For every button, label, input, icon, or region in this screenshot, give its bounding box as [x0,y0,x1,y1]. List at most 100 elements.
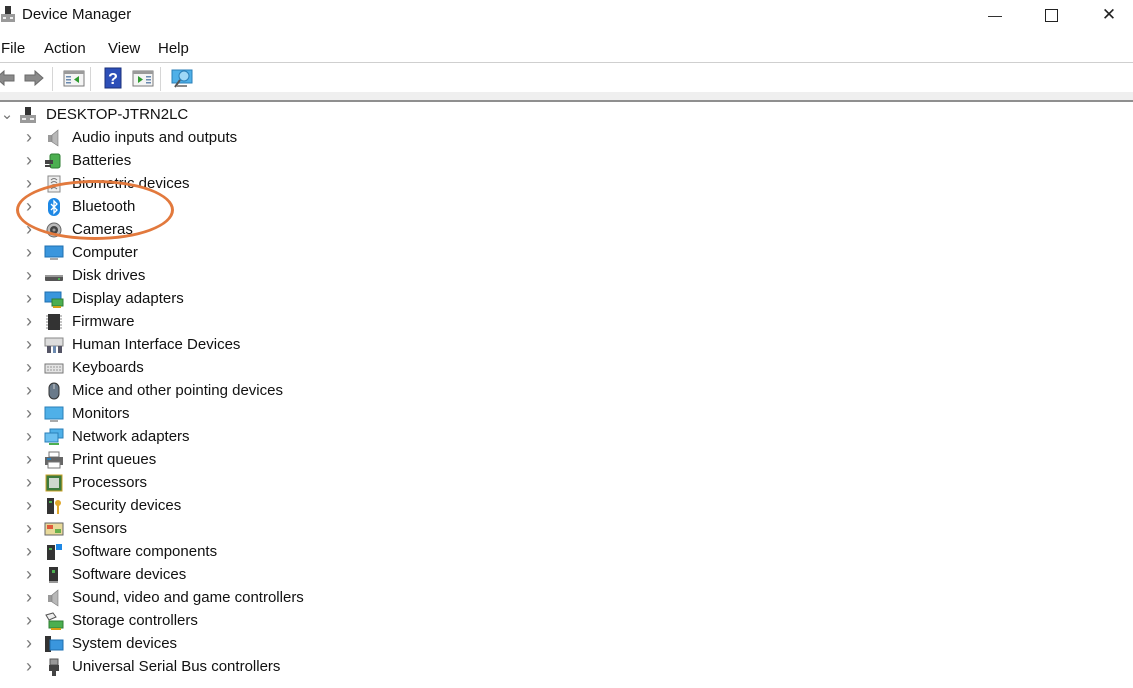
tree-item-software-devices[interactable]: › Software devices [22,563,186,586]
tree-item-label: Mice and other pointing devices [72,382,283,399]
show-hide-action-pane-icon[interactable] [132,67,154,89]
chevron-right-icon[interactable]: › [22,449,36,470]
usb-icon [49,658,59,676]
monitor-icon [44,406,64,422]
chevron-right-icon[interactable]: › [22,587,36,608]
tree-item-label: Sensors [72,520,128,537]
tree-item-label: Processors [72,474,148,491]
tree-item-sound-video-and-game-controllers[interactable]: › Sound, video and game controllers [22,586,304,609]
chevron-right-icon[interactable]: › [22,472,36,493]
chevron-right-icon[interactable]: › [22,150,36,171]
toolbar-separator [160,67,161,91]
tree-item-system-devices[interactable]: › System devices [22,632,177,655]
maximize-button[interactable] [1022,0,1080,30]
chevron-right-icon[interactable]: › [22,610,36,631]
tree-item-label: Security devices [72,497,182,514]
tree-item-cameras[interactable]: › Cameras [22,218,133,241]
tree-root[interactable]: ⌄ DESKTOP-JTRN2LC [0,103,189,126]
tree-item-batteries[interactable]: › Batteries [22,149,131,172]
tree-item-network-adapters[interactable]: › Network adapters [22,425,190,448]
close-button[interactable]: ✕ [1080,0,1133,30]
chevron-right-icon[interactable]: › [22,288,36,309]
chevron-right-icon[interactable]: › [22,656,36,677]
tree-item-label: Storage controllers [72,612,198,629]
toolbar: ? [0,63,1133,93]
tree-item-disk-drives[interactable]: › Disk drives [22,264,145,287]
tree-item-biometric-devices[interactable]: › Biometric devices [22,172,190,195]
processor-icon [45,474,63,491]
svg-text:?: ? [108,71,118,88]
tree-item-software-components[interactable]: › Software components [22,540,217,563]
chevron-right-icon[interactable]: › [22,426,36,447]
chevron-right-icon[interactable]: › [22,518,36,539]
chevron-right-icon[interactable]: › [22,403,36,424]
tree-item-bluetooth[interactable]: › Bluetooth [22,195,135,218]
chevron-right-icon[interactable]: › [22,127,36,148]
device-manager-app-icon [1,6,15,22]
menu-help[interactable]: Help [158,40,189,57]
chevron-right-icon[interactable]: › [22,357,36,378]
menu-view[interactable]: View [108,40,140,57]
menu-action[interactable]: Action [44,40,86,57]
software-component-icon [47,543,62,560]
chevron-right-icon[interactable]: › [22,564,36,585]
chevron-right-icon[interactable]: › [22,311,36,332]
chevron-right-icon[interactable]: › [22,633,36,654]
chevron-right-icon[interactable]: › [22,196,36,217]
security-device-icon [47,497,61,514]
tree-item-computer[interactable]: › Computer [22,241,138,264]
bluetooth-icon [48,197,60,216]
sound-controller-icon [48,588,59,607]
tree-item-sensors[interactable]: › Sensors [22,517,127,540]
tree-item-label: Network adapters [72,428,190,445]
tree-item-label: Firmware [72,313,135,330]
help-icon[interactable]: ? [102,67,124,89]
menu-file[interactable]: File [1,40,25,57]
chevron-right-icon[interactable]: › [22,242,36,263]
show-hide-console-tree-icon[interactable] [63,67,85,89]
chevron-right-icon[interactable]: › [22,219,36,240]
forward-icon[interactable] [23,67,45,89]
tree-item-label: Disk drives [72,267,146,284]
tree-item-storage-controllers[interactable]: › Storage controllers [22,609,198,632]
tree-item-monitors[interactable]: › Monitors [22,402,130,425]
tree-item-firmware[interactable]: › Firmware [22,310,135,333]
maximize-icon [1044,8,1058,22]
chevron-right-icon[interactable]: › [22,380,36,401]
software-device-icon [49,566,58,583]
hid-icon [44,337,64,353]
computer-icon [44,245,64,260]
network-adapter-icon [44,428,64,445]
chevron-right-icon[interactable]: › [22,173,36,194]
minimize-button[interactable]: — [966,0,1024,30]
tree-item-processors[interactable]: › Processors [22,471,147,494]
tree-item-mice-and-other-pointing-devices[interactable]: › Mice and other pointing devices [22,379,283,402]
storage-controller-icon [45,611,64,630]
toolbar-separator [90,67,91,91]
tree-item-label: Display adapters [72,290,184,307]
tree-item-human-interface-devices[interactable]: › Human Interface Devices [22,333,240,356]
tree-item-label: Universal Serial Bus controllers [72,658,281,675]
tree-item-label: Monitors [72,405,130,422]
tree-root-label: DESKTOP-JTRN2LC [46,106,189,123]
minimize-icon: — [988,7,1002,23]
tree-item-security-devices[interactable]: › Security devices [22,494,181,517]
mouse-icon [48,382,60,399]
chevron-right-icon[interactable]: › [22,541,36,562]
tree-item-audio-inputs-and-outputs[interactable]: › Audio inputs and outputs [22,126,237,149]
menu-bar: File Action View Help [0,38,1133,62]
tree-item-print-queues[interactable]: › Print queues [22,448,156,471]
chevron-down-icon[interactable]: ⌄ [0,107,14,122]
tree-item-display-adapters[interactable]: › Display adapters [22,287,184,310]
chevron-right-icon[interactable]: › [22,265,36,286]
tree-item-label: Biometric devices [72,175,190,192]
tree-item-universal-serial-bus-controllers[interactable]: › Universal Serial Bus controllers [22,655,280,678]
system-device-icon [45,635,64,652]
display-adapter-icon [44,291,64,308]
tree-item-keyboards[interactable]: › Keyboards [22,356,144,379]
scan-hardware-changes-icon[interactable] [171,67,193,89]
sensor-icon [44,522,64,535]
back-icon[interactable] [0,67,16,89]
chevron-right-icon[interactable]: › [22,495,36,516]
chevron-right-icon[interactable]: › [22,334,36,355]
